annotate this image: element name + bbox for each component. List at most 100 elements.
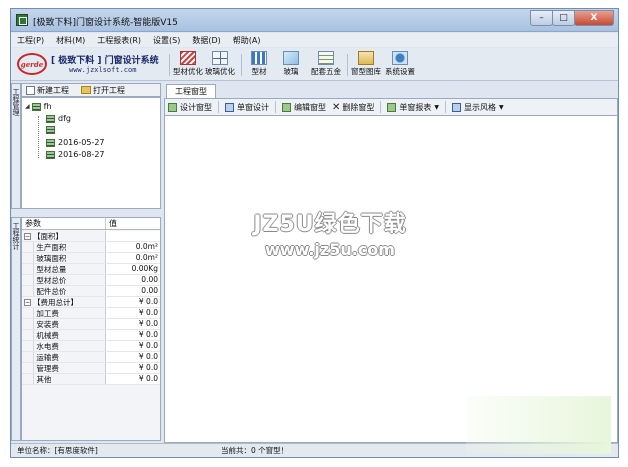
tree-node[interactable]: 2016-05-27 — [46, 138, 105, 147]
new-project-label: 新建工程 — [37, 85, 69, 95]
window-actions-bar: 设计窗型 单窗设计 编辑窗型 ✕ 删除窗型 单窗报表 ▼ 显示风格 ▼ — [164, 98, 618, 116]
stat-value: 0.00Kg — [105, 264, 160, 274]
window-report-button[interactable]: 单窗报表 ▼ — [387, 102, 439, 113]
stat-label: 运输费 — [36, 352, 59, 362]
window-controls: – □ X — [530, 10, 614, 27]
project-stats-tab[interactable]: 工程统计 — [11, 217, 21, 441]
menu-report[interactable]: 工程报表(R) — [97, 35, 141, 46]
stat-row[interactable]: 型材总量 0.00Kg — [22, 264, 160, 275]
stat-value: ¥ 0.0 — [105, 341, 160, 351]
stat-row[interactable]: 生产面积 0.0m² — [22, 242, 160, 253]
logo-name: [ 极致下料 ] 门窗设计系统 — [51, 56, 159, 66]
window-library-icon — [358, 51, 374, 65]
glass-optimize-button[interactable]: 玻璃优化 — [205, 51, 235, 79]
project-node-icon — [31, 102, 41, 111]
stat-label: 管理费 — [36, 363, 59, 373]
display-style-button[interactable]: 显示风格 ▼ — [452, 102, 504, 113]
menu-help[interactable]: 帮助(A) — [233, 35, 261, 46]
delete-window-button[interactable]: ✕ 删除窗型 — [332, 102, 374, 113]
watermark-title: JZ5U绿色下载 — [253, 212, 407, 237]
close-button[interactable]: X — [574, 10, 614, 26]
hardware-button[interactable]: 配套五金 — [311, 51, 341, 79]
menu-project[interactable]: 工程(P) — [17, 35, 44, 46]
stat-value: ¥ 0.0 — [105, 352, 160, 362]
profile-optimize-label: 型材优化 — [173, 67, 203, 76]
new-file-icon — [26, 85, 35, 95]
menu-material[interactable]: 材料(M) — [56, 35, 85, 46]
stat-row[interactable]: 运输费 ¥ 0.0 — [22, 352, 160, 363]
menu-bar: 工程(P) 材料(M) 工程报表(R) 设置(S) 数据(D) 帮助(A) — [11, 33, 618, 47]
project-actions: 新建工程 打开工程 — [21, 83, 161, 97]
profile-optimize-button[interactable]: 型材优化 — [173, 51, 203, 79]
maximize-button[interactable]: □ — [552, 10, 575, 26]
stat-label: 安装费 — [36, 319, 59, 329]
stat-row[interactable]: 管理费 ¥ 0.0 — [22, 363, 160, 374]
system-settings-button[interactable]: 系统设置 — [385, 51, 415, 79]
window-library-button[interactable]: 窗型图库 — [351, 51, 381, 79]
watermark-url: www.jz5u.com — [265, 240, 395, 259]
toolbar-separator — [241, 54, 242, 76]
menu-settings[interactable]: 设置(S) — [153, 35, 180, 46]
title-bar[interactable]: [极致下料]门窗设计系统-智能版V15 – □ X — [11, 9, 618, 32]
design-icon — [168, 102, 177, 112]
profile-button[interactable]: 型材 — [251, 51, 267, 79]
tree-node[interactable]: 2016-08-27 — [46, 150, 105, 159]
profile-icon — [251, 51, 267, 65]
stat-label: 型材总价 — [36, 275, 67, 285]
toolbar-separator — [169, 54, 170, 76]
stat-value: 0.0m² — [105, 242, 160, 252]
stat-value: 0.00 — [105, 286, 160, 296]
minimize-button[interactable]: – — [530, 10, 553, 26]
chevron-down-icon[interactable]: ▼ — [499, 104, 504, 111]
chevron-down-icon[interactable]: ▼ — [434, 104, 439, 111]
stat-value: ¥ 0.0 — [105, 330, 160, 340]
main-toolbar: gerde [ 极致下料 ] 门窗设计系统 www.jzxlsoft.com 型… — [11, 48, 618, 81]
stat-value: ¥ 0.0 — [105, 374, 160, 384]
glass-button[interactable]: 玻璃 — [283, 51, 299, 79]
param-column-header: 参数 — [25, 219, 41, 228]
stat-row[interactable]: 其他 ¥ 0.0 — [22, 374, 160, 385]
stat-row[interactable]: 配件总价 0.00 — [22, 286, 160, 297]
new-project-button[interactable]: 新建工程 — [26, 85, 69, 96]
stat-row[interactable]: 玻璃面积 0.0m² — [22, 253, 160, 264]
window-node-icon — [46, 114, 55, 123]
cost-group-row[interactable]: − 【费用总计】 ¥ 0.0 — [22, 297, 160, 308]
window-node-icon — [46, 150, 55, 159]
stat-row[interactable]: 型材总价 0.00 — [22, 275, 160, 286]
system-settings-label: 系统设置 — [385, 67, 415, 76]
window-list-area[interactable] — [164, 116, 618, 443]
collapse-icon[interactable]: − — [24, 298, 31, 306]
single-window-label: 单窗设计 — [237, 102, 269, 112]
tree-node[interactable]: dfg — [46, 114, 71, 123]
stat-label: 玻璃面积 — [36, 253, 67, 263]
single-window-button[interactable]: 单窗设计 — [225, 102, 269, 113]
hardware-icon — [318, 51, 334, 65]
status-unit: 单位名称：[有思度软件] — [17, 446, 98, 455]
collapse-arrow-icon[interactable]: ◢ — [25, 103, 30, 110]
tree-root-label: fh — [43, 102, 52, 111]
collapse-icon[interactable]: − — [24, 232, 31, 240]
stat-row[interactable]: 安装费 ¥ 0.0 — [22, 319, 160, 330]
style-icon — [452, 102, 462, 112]
stat-row[interactable]: 水电费 ¥ 0.0 — [22, 341, 160, 352]
action-separator — [445, 101, 447, 113]
stat-row[interactable]: 加工费 ¥ 0.0 — [22, 308, 160, 319]
tree-node-label: 2016-05-27 — [58, 138, 105, 147]
tree-node[interactable] — [46, 126, 58, 134]
status-count: 当前共：0 个窗型！ — [221, 446, 289, 455]
tab-project-windows[interactable]: 工程窗型 — [166, 84, 216, 98]
open-project-button[interactable]: 打开工程 — [81, 85, 125, 96]
stat-value: 0.00 — [105, 275, 160, 285]
edit-window-button[interactable]: 编辑窗型 — [282, 102, 326, 113]
area-group-row[interactable]: − 【面积】 — [22, 231, 160, 242]
project-manage-tab[interactable]: 工程管理 — [11, 83, 21, 209]
tree-root[interactable]: ◢ fh — [25, 102, 52, 111]
action-separator — [275, 101, 276, 113]
design-window-button[interactable]: 设计窗型 — [168, 102, 212, 113]
stat-value: 0.0m² — [105, 253, 160, 263]
delete-icon: ✕ — [332, 101, 341, 113]
stat-row[interactable]: 机械费 ¥ 0.0 — [22, 330, 160, 341]
single-design-icon — [225, 102, 234, 112]
stat-label: 型材总量 — [36, 264, 67, 274]
menu-data[interactable]: 数据(D) — [192, 35, 220, 46]
